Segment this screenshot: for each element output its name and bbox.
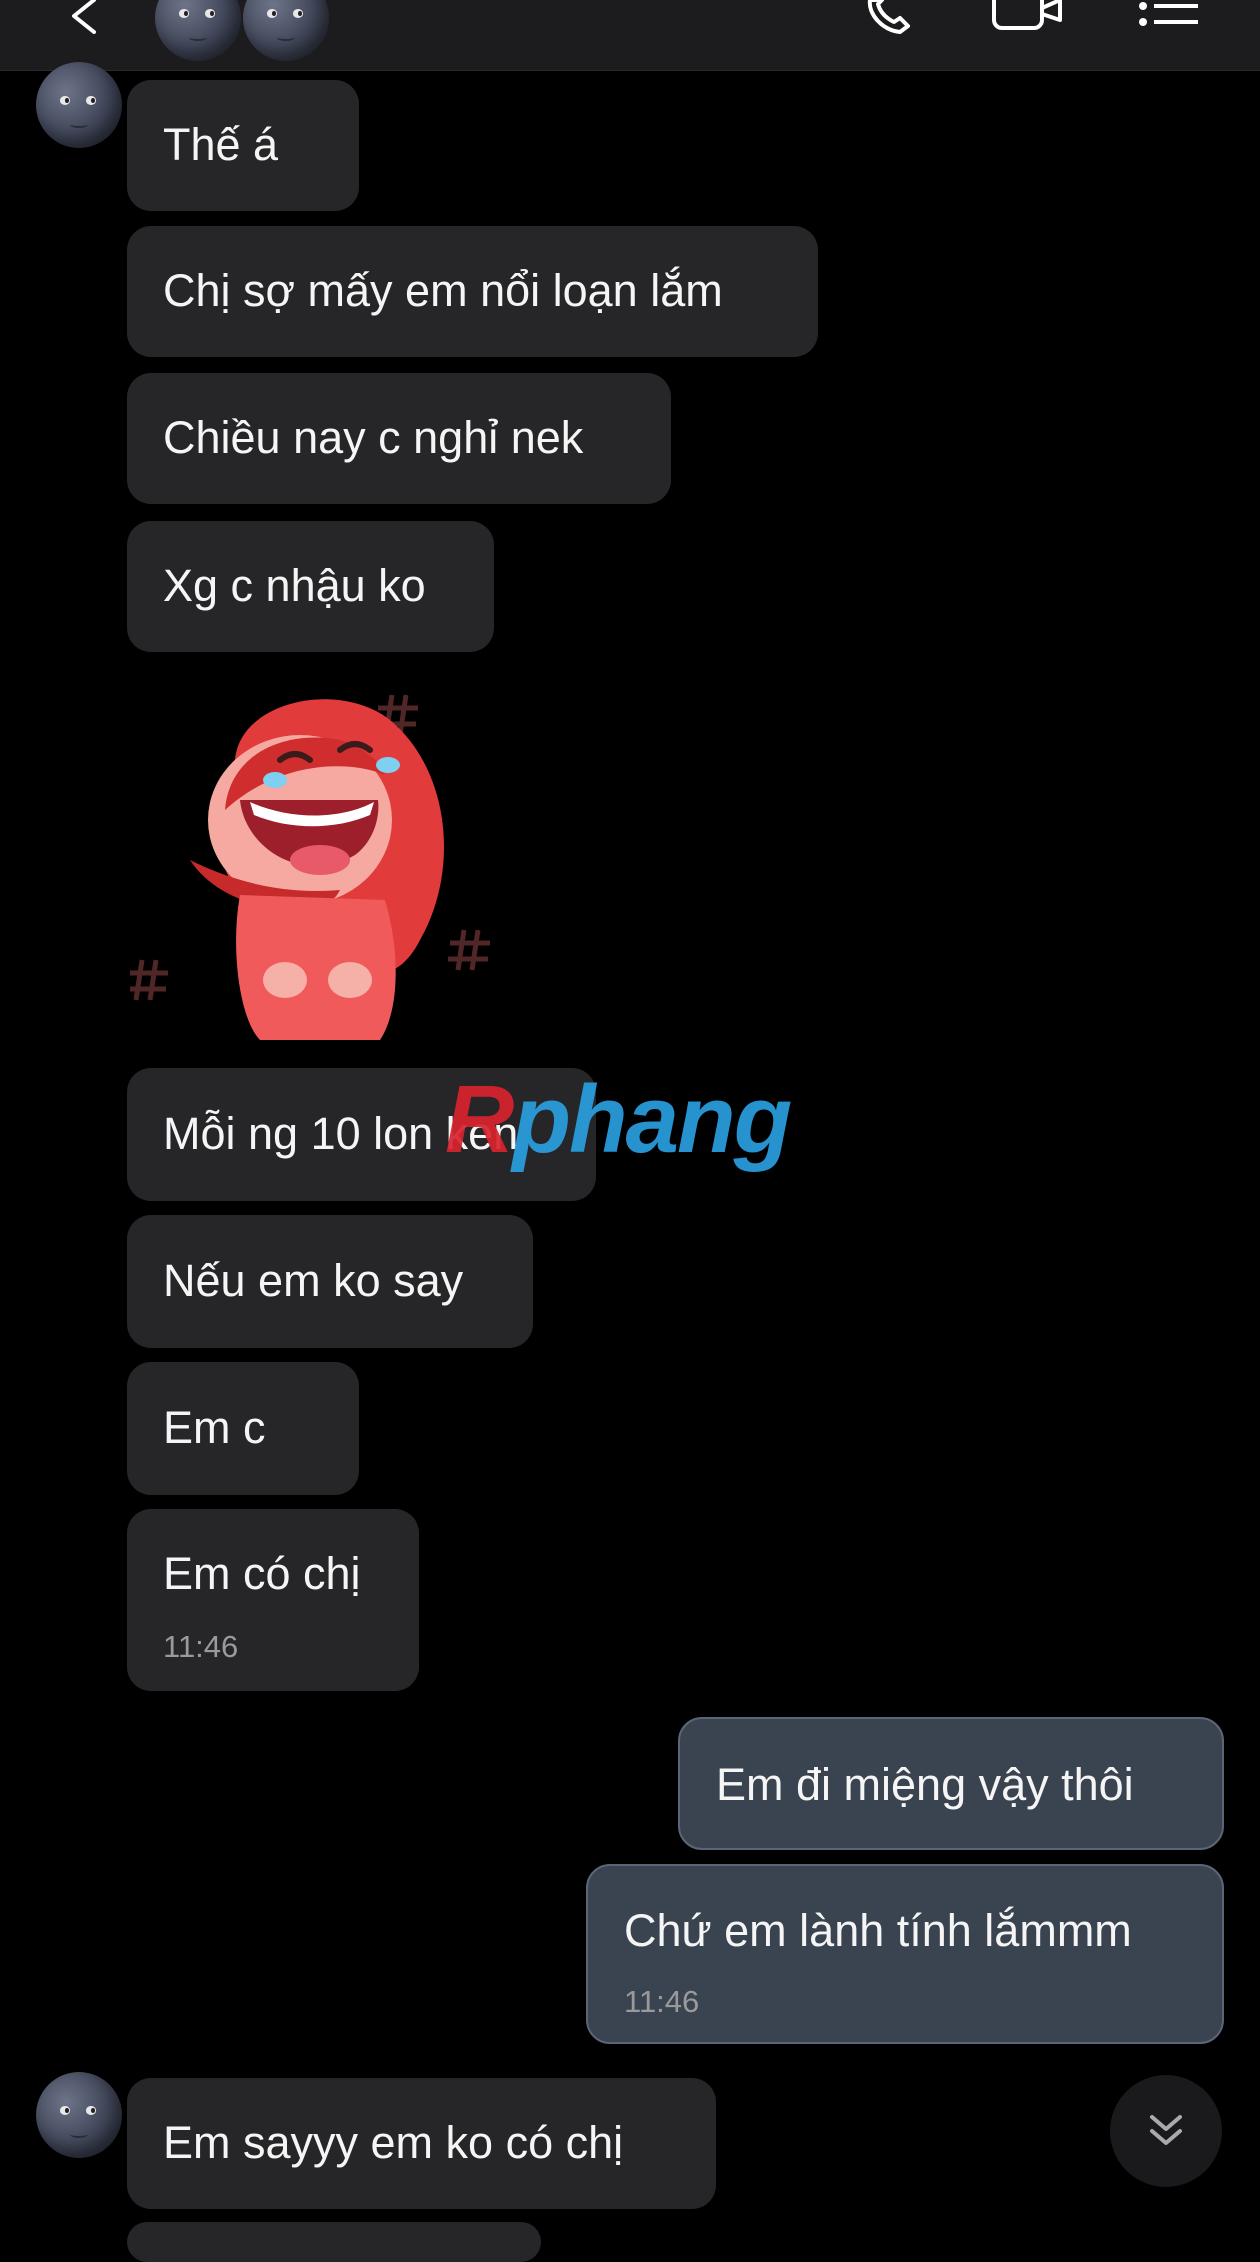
message-bubble[interactable]: Em c xyxy=(127,1362,359,1495)
watermark-logo: Rphang xyxy=(445,1066,792,1173)
message-bubble[interactable]: Em có chị 11:46 xyxy=(127,1509,419,1691)
message-bubble-outgoing[interactable]: Em đi miệng vậy thôi xyxy=(678,1717,1224,1850)
message-text: Nếu em ko say xyxy=(163,1255,464,1306)
phone-icon[interactable] xyxy=(860,0,924,36)
laughing-girl-sticker[interactable] xyxy=(130,680,520,1050)
message-bubble-partial[interactable] xyxy=(127,2222,541,2262)
message-bubble[interactable]: Thế á xyxy=(127,80,359,211)
message-bubble[interactable]: Chị sợ mấy em nổi loạn lắm xyxy=(127,226,818,357)
scroll-to-bottom-button[interactable] xyxy=(1110,2075,1222,2187)
list-icon[interactable] xyxy=(1138,0,1202,30)
chevron-double-down-icon xyxy=(1150,2115,1182,2145)
message-text: Chị sợ mấy em nổi loạn lắm xyxy=(163,265,723,316)
message-text: Thế á xyxy=(163,119,279,170)
message-text: Em c xyxy=(163,1402,266,1453)
message-time: 11:46 xyxy=(163,1629,239,1664)
message-text: Em có chị xyxy=(163,1548,361,1599)
video-icon[interactable] xyxy=(990,0,1070,34)
participant-avatar[interactable] xyxy=(155,0,241,61)
message-text: Xg c nhậu ko xyxy=(163,560,426,611)
message-text: Chiều nay c nghỉ nek xyxy=(163,412,584,463)
message-text: Chứ em lành tính lắmmm xyxy=(624,1905,1132,1956)
message-bubble[interactable]: Nếu em ko say xyxy=(127,1215,533,1348)
message-bubble[interactable]: Em sayyy em ko có chị xyxy=(127,2078,716,2209)
message-bubble[interactable]: Chiều nay c nghỉ nek xyxy=(127,373,671,504)
sender-avatar[interactable] xyxy=(36,62,122,148)
message-text: Em đi miệng vậy thôi xyxy=(716,1759,1134,1810)
sender-avatar[interactable] xyxy=(36,2072,122,2158)
message-time: 11:46 xyxy=(624,1984,700,2019)
chat-header xyxy=(0,0,1260,71)
message-bubble[interactable]: Xg c nhậu ko xyxy=(127,521,494,652)
back-icon[interactable] xyxy=(62,0,102,34)
message-bubble-outgoing[interactable]: Chứ em lành tính lắmmm 11:46 xyxy=(586,1864,1224,2044)
message-text: Em sayyy em ko có chị xyxy=(163,2117,624,2168)
participant-avatar[interactable] xyxy=(243,0,329,61)
